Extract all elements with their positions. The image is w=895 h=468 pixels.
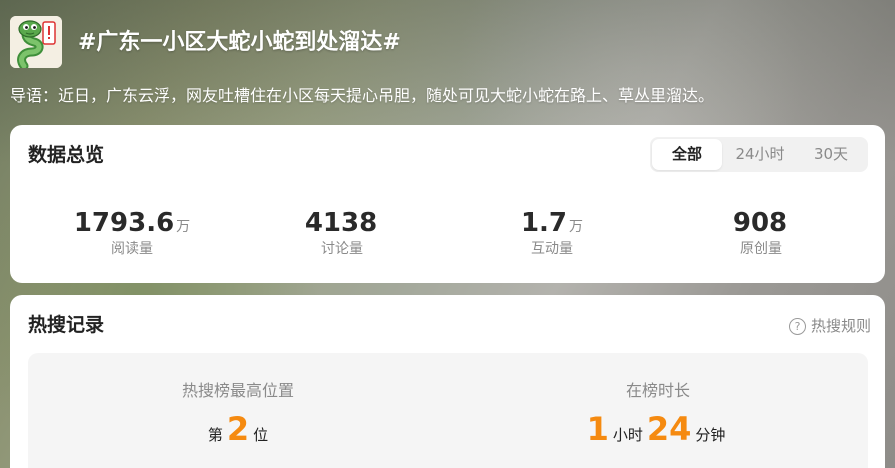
topic-intro: 导语：近日，广东云浮，网友吐槽住在小区每天提心吊胆，随处可见大蛇小蛇在路上、草丛… xyxy=(10,86,715,105)
hot-search-record-box: 热搜榜最高位置 第2位 在榜时长 1 小时 24 分钟 xyxy=(28,353,868,468)
duration-hours: 1 xyxy=(586,410,609,448)
highest-position: 热搜榜最高位置 第2位 xyxy=(28,379,448,449)
stat-unit: 万 xyxy=(176,219,191,235)
snake-cartoon-icon xyxy=(10,16,62,68)
stat-label: 阅读量 xyxy=(111,241,153,257)
stat-value: 4138 xyxy=(304,208,378,238)
position-prefix: 第 xyxy=(207,426,223,444)
duration-label: 在榜时长 xyxy=(625,381,690,400)
tab-30-days[interactable]: 30天 xyxy=(798,139,864,170)
time-range-tabs: 全部 24小时 30天 xyxy=(650,137,868,172)
stat-interactions: 1.7 万 互动量 xyxy=(442,207,662,259)
hot-search-card: 热搜记录 ? 热搜规则 热搜榜最高位置 第2位 在榜时长 1 小时 24 分钟 xyxy=(10,295,885,468)
topic-avatar xyxy=(10,16,62,68)
duration-minutes-unit: 分钟 xyxy=(695,426,726,444)
stat-label: 讨论量 xyxy=(321,241,363,257)
data-overview-title: 数据总览 xyxy=(28,144,105,166)
stat-original: 908 原创量 xyxy=(651,207,871,259)
hot-search-rules-link[interactable]: ? 热搜规则 xyxy=(788,315,871,337)
hot-search-title: 热搜记录 xyxy=(28,314,105,336)
topic-title: #广东一小区大蛇小蛇到处溜达# xyxy=(78,30,401,55)
tab-24-hours[interactable]: 24小时 xyxy=(724,139,796,170)
topic-page: #广东一小区大蛇小蛇到处溜达# 导语：近日，广东云浮，网友吐槽住在小区每天提心吊… xyxy=(0,0,895,468)
tab-all[interactable]: 全部 xyxy=(652,139,722,170)
stat-value: 1.7 xyxy=(520,208,568,238)
rules-label: 热搜规则 xyxy=(810,317,871,335)
stat-discussions: 4138 讨论量 xyxy=(232,207,452,259)
duration-hours-unit: 小时 xyxy=(612,426,643,444)
on-list-duration: 在榜时长 1 小时 24 分钟 xyxy=(448,379,868,449)
position-suffix: 位 xyxy=(253,426,269,444)
duration-minutes: 24 xyxy=(646,410,692,448)
data-overview-card: 数据总览 全部 24小时 30天 1793.6 万 阅读量 4138 讨论量 1.… xyxy=(10,125,885,283)
stat-unit: 万 xyxy=(569,219,584,235)
stat-label: 原创量 xyxy=(740,241,782,257)
highest-position-label: 热搜榜最高位置 xyxy=(181,381,294,400)
stat-value: 1793.6 xyxy=(73,208,175,238)
stat-label: 互动量 xyxy=(531,241,573,257)
position-value: 2 xyxy=(226,410,250,448)
stat-value: 908 xyxy=(732,208,788,238)
question-circle-icon: ? xyxy=(788,318,806,335)
stat-reads: 1793.6 万 阅读量 xyxy=(22,207,242,259)
